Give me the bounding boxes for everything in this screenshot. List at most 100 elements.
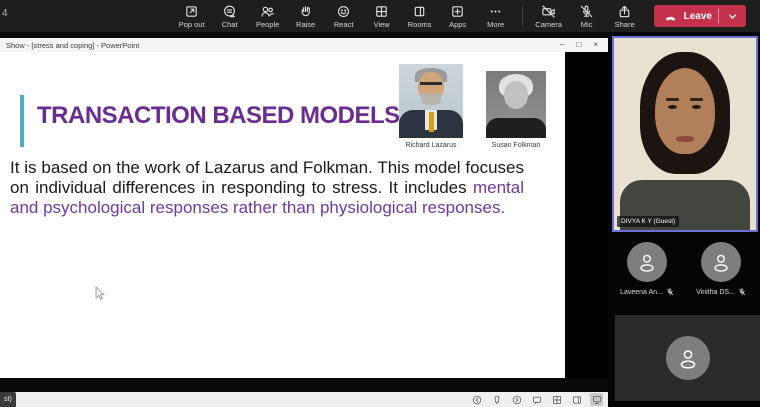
video-person-lips	[676, 136, 694, 142]
leave-label: Leave	[684, 11, 712, 22]
portrait-tie	[429, 112, 434, 132]
window-title: Show - [stress and coping] - PowerPoint	[0, 41, 139, 50]
powerpoint-window: Show - [stress and coping] - PowerPoint …	[0, 38, 608, 393]
participant-name: Laveena An...	[620, 289, 663, 296]
shared-screen-stage: Show - [stress and coping] - PowerPoint …	[0, 32, 608, 401]
mic-off-icon	[666, 288, 674, 296]
raise-hand-icon	[298, 4, 313, 19]
rooms-icon	[412, 4, 427, 19]
next-slide-button[interactable]	[510, 393, 523, 406]
mic-label: Mic	[581, 20, 593, 29]
share-button[interactable]: Share	[606, 4, 644, 29]
people-button[interactable]: People	[249, 4, 287, 29]
close-button[interactable]: ×	[593, 38, 598, 52]
apps-icon	[450, 4, 465, 19]
window-controls: – □ ×	[560, 38, 608, 52]
portrait-face	[504, 81, 528, 109]
portrait-beard	[421, 94, 441, 105]
view-label: View	[374, 20, 390, 29]
mic-off-icon	[738, 288, 746, 296]
chat-icon	[222, 4, 237, 19]
pop-out-button[interactable]: Pop out	[173, 4, 211, 29]
people-icon	[260, 4, 275, 19]
participants-sidebar: DIVYA K Y (Guest) Laveena An... Vinitha …	[608, 32, 760, 401]
annotation-pen-button[interactable]	[490, 393, 503, 406]
participant-tile-vinitha[interactable]: Vinitha DS...	[690, 242, 752, 296]
caption-richard-lazarus: Richard Lazarus	[391, 142, 471, 149]
chevron-down-icon[interactable]	[725, 9, 740, 24]
view-grid-icon	[374, 4, 389, 19]
people-label: People	[256, 20, 279, 29]
leave-divider	[718, 9, 719, 23]
photo-susan-folkman	[486, 71, 546, 138]
restore-button[interactable]: □	[576, 38, 581, 52]
slide-accent-bar	[20, 95, 24, 147]
statusbar-left-label: st)	[0, 392, 16, 407]
view-button[interactable]: View	[363, 4, 401, 29]
mouse-cursor	[94, 286, 105, 302]
share-label: Share	[615, 20, 635, 29]
apps-button[interactable]: Apps	[439, 4, 477, 29]
rooms-button[interactable]: Rooms	[401, 4, 439, 29]
pop-out-icon	[184, 4, 199, 19]
camera-button[interactable]: Camera	[530, 4, 568, 29]
raise-hand-button[interactable]: Raise	[287, 4, 325, 29]
participant-tile-unnamed[interactable]	[615, 315, 760, 401]
slideshow-view-button[interactable]	[590, 393, 603, 406]
portrait-glasses	[420, 82, 442, 85]
apps-label: Apps	[449, 20, 466, 29]
slide-body-text: It is based on the work of Lazarus and F…	[10, 158, 524, 218]
video-person-brow	[666, 98, 679, 101]
more-icon	[488, 4, 503, 19]
powerpoint-content: TRANSACTION BASED MODELS Richard Lazarus	[0, 52, 608, 378]
hang-up-icon	[663, 9, 678, 24]
meeting-count: 4	[2, 8, 8, 19]
video-person-brow	[690, 98, 703, 101]
participant-name-tag: DIVYA K Y (Guest)	[617, 216, 679, 227]
prev-slide-button[interactable]	[470, 393, 483, 406]
minimize-button[interactable]: –	[560, 38, 564, 52]
pop-out-label: Pop out	[179, 20, 205, 29]
caption-susan-folkman: Susan Folkman	[480, 142, 552, 149]
mic-button[interactable]: Mic	[568, 4, 606, 29]
participant-label: Laveena An...	[620, 288, 674, 296]
video-person-eye	[668, 105, 677, 109]
video-person-eye	[692, 105, 701, 109]
slideshow-controls	[470, 392, 603, 407]
share-icon	[617, 4, 632, 19]
slide-title: TRANSACTION BASED MODELS	[37, 102, 437, 130]
participant-tile-laveena[interactable]: Laveena An...	[616, 242, 678, 296]
react-button[interactable]: React	[325, 4, 363, 29]
meeting-controls: Pop out Chat People Raise React View Roo…	[173, 4, 760, 29]
comments-button[interactable]	[530, 393, 543, 406]
powerpoint-statusbar: st)	[0, 392, 608, 407]
teams-meeting-toolbar: 4 Pop out Chat People Raise React View R	[0, 0, 760, 32]
avatar	[627, 242, 667, 282]
body-segment-black: It is based on the work of Lazarus and F…	[10, 158, 524, 197]
camera-label: Camera	[535, 20, 562, 29]
powerpoint-titlebar: Show - [stress and coping] - PowerPoint …	[0, 38, 608, 52]
more-label: More	[487, 20, 504, 29]
video-tile-divya[interactable]: DIVYA K Y (Guest)	[612, 36, 758, 232]
leave-button[interactable]: Leave	[654, 5, 746, 27]
slide: TRANSACTION BASED MODELS Richard Lazarus	[0, 52, 565, 378]
mic-off-icon	[579, 4, 594, 19]
portrait-top	[486, 118, 546, 138]
avatar	[666, 336, 710, 380]
person-icon	[710, 251, 732, 273]
person-icon	[636, 251, 658, 273]
person-icon	[676, 346, 700, 370]
grid-view-button[interactable]	[550, 393, 563, 406]
participant-label: Vinitha DS...	[696, 288, 746, 296]
toolbar-divider	[522, 5, 523, 27]
chat-button[interactable]: Chat	[211, 4, 249, 29]
avatar	[701, 242, 741, 282]
camera-off-icon	[541, 4, 556, 19]
rooms-label: Rooms	[408, 20, 432, 29]
participant-name: Vinitha DS...	[696, 289, 735, 296]
react-label: React	[334, 20, 354, 29]
photo-richard-lazarus	[399, 64, 463, 138]
more-button[interactable]: More	[477, 4, 515, 29]
chat-label: Chat	[222, 20, 238, 29]
reading-view-button[interactable]	[570, 393, 583, 406]
